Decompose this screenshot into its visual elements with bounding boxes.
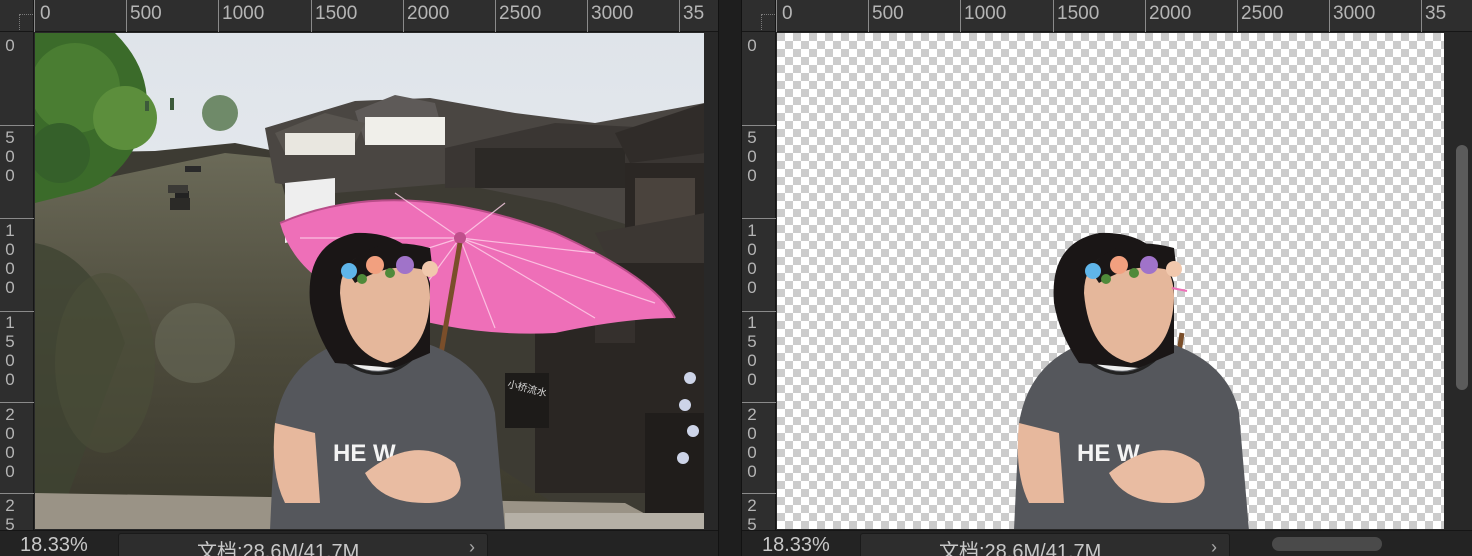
ruler-label: 2000: [1149, 3, 1192, 24]
ruler-label: 1500: [1057, 3, 1100, 24]
ruler-label: 3000: [1333, 3, 1376, 24]
ruler-label: 35: [1425, 3, 1447, 24]
ruler-label: 2500: [1241, 3, 1284, 24]
status-bar: 18.33% 文档:28.6M/41.7M ›: [0, 530, 718, 556]
vertical-ruler[interactable]: 0 500 1000 1500 2000 25: [742, 32, 776, 534]
horizontal-ruler[interactable]: 0 500 1000 1500 2000 2500 3000 35: [776, 0, 1472, 32]
zoom-level[interactable]: 18.33%: [762, 534, 830, 556]
horizontal-ruler[interactable]: 0 500 1000 1500 2000 2500 3000 35: [34, 0, 718, 32]
ruler-label: 1500: [747, 313, 757, 389]
ruler-label: 500: [747, 128, 757, 185]
ruler-label: 25: [747, 496, 757, 534]
ruler-label: 0: [747, 36, 757, 55]
ruler-label: 0: [5, 36, 15, 55]
ruler-label: 1500: [315, 3, 358, 24]
panel-divider: [718, 0, 742, 556]
vertical-ruler[interactable]: 0 500 1000 1500 2000 25: [0, 32, 34, 534]
document-window-left: 0 500 1000 1500 2000 2500 3000 35 0 500 …: [0, 0, 718, 556]
cutout-transparent-photo: HE W: [777, 33, 1444, 529]
ruler-label: 500: [872, 3, 904, 24]
ruler-label: 2000: [747, 405, 757, 481]
ruler-label: 0: [40, 3, 51, 24]
ruler-label: 1000: [747, 221, 757, 297]
ruler-label: 25: [5, 496, 15, 534]
doc-info-box[interactable]: 文档:28.6M/41.7M ›: [860, 533, 1230, 556]
chevron-right-icon[interactable]: ›: [1211, 537, 1217, 556]
ruler-label: 1500: [5, 313, 15, 389]
ruler-label: 1000: [964, 3, 1007, 24]
document-size: 文档:28.6M/41.7M: [197, 541, 360, 556]
ruler-label: 3000: [591, 3, 634, 24]
ruler-label: 2500: [499, 3, 542, 24]
ruler-label: 2000: [5, 405, 15, 481]
doc-info-box[interactable]: 文档:28.6M/41.7M ›: [118, 533, 488, 556]
vertical-scrollbar[interactable]: [1456, 145, 1468, 390]
ruler-origin[interactable]: [742, 0, 776, 32]
photo-canvas-original[interactable]: 小桥流水 HE W: [35, 33, 704, 529]
ruler-label: 500: [5, 128, 15, 185]
canal-town-photo: 小桥流水 HE W: [35, 33, 704, 529]
zoom-level[interactable]: 18.33%: [20, 534, 88, 556]
status-bar: 18.33% 文档:28.6M/41.7M ›: [742, 530, 1472, 556]
document-window-right: 0 500 1000 1500 2000 2500 3000 35 0 500 …: [742, 0, 1472, 556]
chevron-right-icon[interactable]: ›: [469, 537, 475, 556]
ruler-label: 500: [130, 3, 162, 24]
ruler-origin[interactable]: [0, 0, 34, 32]
ruler-label: 35: [683, 3, 705, 24]
ruler-label: 1000: [5, 221, 15, 297]
ruler-label: 1000: [222, 3, 265, 24]
ruler-label: 0: [782, 3, 793, 24]
photo-canvas-cutout[interactable]: HE W: [777, 33, 1444, 529]
horizontal-scrollbar[interactable]: [1272, 537, 1382, 551]
document-size: 文档:28.6M/41.7M: [939, 541, 1102, 556]
ruler-label: 2000: [407, 3, 450, 24]
